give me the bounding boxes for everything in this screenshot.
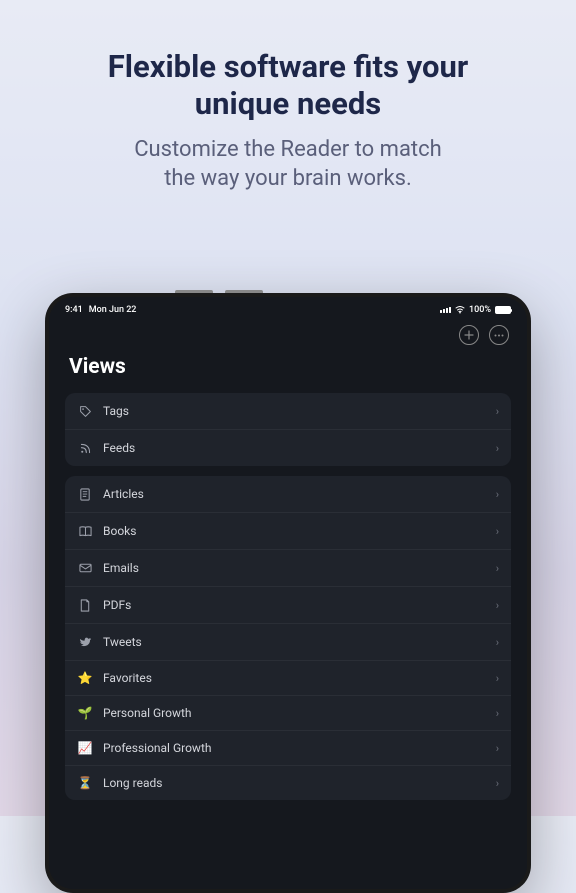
- status-bar: 9:41 Mon Jun 22 100%: [49, 297, 527, 319]
- chevron-right-icon: ›: [496, 599, 499, 612]
- row-personal-growth[interactable]: 🌱 Personal Growth ›: [65, 696, 511, 731]
- row-label: Tweets: [103, 635, 496, 649]
- rss-icon: [77, 440, 93, 456]
- tablet-device-frame: 9:41 Mon Jun 22 100% Views: [45, 293, 531, 893]
- row-tweets[interactable]: Tweets ›: [65, 624, 511, 661]
- row-label: Emails: [103, 561, 496, 575]
- chevron-right-icon: ›: [496, 742, 499, 755]
- row-professional-growth[interactable]: 📈 Professional Growth ›: [65, 731, 511, 766]
- chevron-right-icon: ›: [496, 562, 499, 575]
- chevron-right-icon: ›: [496, 442, 499, 455]
- top-actions: [49, 319, 527, 345]
- hero-title: Flexible software fits your unique needs: [0, 48, 576, 122]
- page-title: Views: [49, 345, 527, 393]
- status-date: Mon Jun 22: [89, 305, 137, 315]
- chevron-right-icon: ›: [496, 636, 499, 649]
- row-label: Personal Growth: [103, 706, 496, 720]
- hero-subtitle: Customize the Reader to match the way yo…: [0, 136, 576, 193]
- document-icon: [77, 486, 93, 502]
- bird-icon: [77, 634, 93, 650]
- battery-percent: 100%: [469, 305, 491, 315]
- row-label: PDFs: [103, 598, 496, 612]
- row-label: Favorites: [103, 671, 496, 685]
- mail-icon: [77, 560, 93, 576]
- row-tags[interactable]: Tags ›: [65, 393, 511, 430]
- tablet-screen: 9:41 Mon Jun 22 100% Views: [49, 297, 527, 889]
- row-articles[interactable]: Articles ›: [65, 476, 511, 513]
- status-time: 9:41: [65, 305, 83, 315]
- chevron-right-icon: ›: [496, 777, 499, 790]
- pdf-icon: [77, 597, 93, 613]
- row-label: Books: [103, 524, 496, 538]
- row-label: Professional Growth: [103, 741, 496, 755]
- book-icon: [77, 523, 93, 539]
- row-label: Long reads: [103, 776, 496, 790]
- wifi-icon: [455, 306, 465, 314]
- signal-icon: [440, 307, 451, 313]
- row-favorites[interactable]: ⭐ Favorites ›: [65, 661, 511, 696]
- row-label: Tags: [103, 404, 496, 418]
- hourglass-icon: ⏳: [77, 776, 93, 790]
- battery-icon: [495, 306, 511, 314]
- row-emails[interactable]: Emails ›: [65, 550, 511, 587]
- chevron-right-icon: ›: [496, 405, 499, 418]
- row-label: Articles: [103, 487, 496, 501]
- row-feeds[interactable]: Feeds ›: [65, 430, 511, 466]
- more-button[interactable]: [489, 325, 509, 345]
- row-books[interactable]: Books ›: [65, 513, 511, 550]
- row-pdfs[interactable]: PDFs ›: [65, 587, 511, 624]
- chevron-right-icon: ›: [496, 488, 499, 501]
- star-icon: ⭐: [77, 671, 93, 685]
- row-label: Feeds: [103, 441, 496, 455]
- list-group-secondary: Articles › Books › Emails ›: [65, 476, 511, 800]
- chevron-right-icon: ›: [496, 707, 499, 720]
- tag-icon: [77, 403, 93, 419]
- add-button[interactable]: [459, 325, 479, 345]
- row-long-reads[interactable]: ⏳ Long reads ›: [65, 766, 511, 800]
- chevron-right-icon: ›: [496, 525, 499, 538]
- chevron-right-icon: ›: [496, 672, 499, 685]
- seedling-icon: 🌱: [77, 706, 93, 720]
- list-group-primary: Tags › Feeds ›: [65, 393, 511, 466]
- chart-icon: 📈: [77, 741, 93, 755]
